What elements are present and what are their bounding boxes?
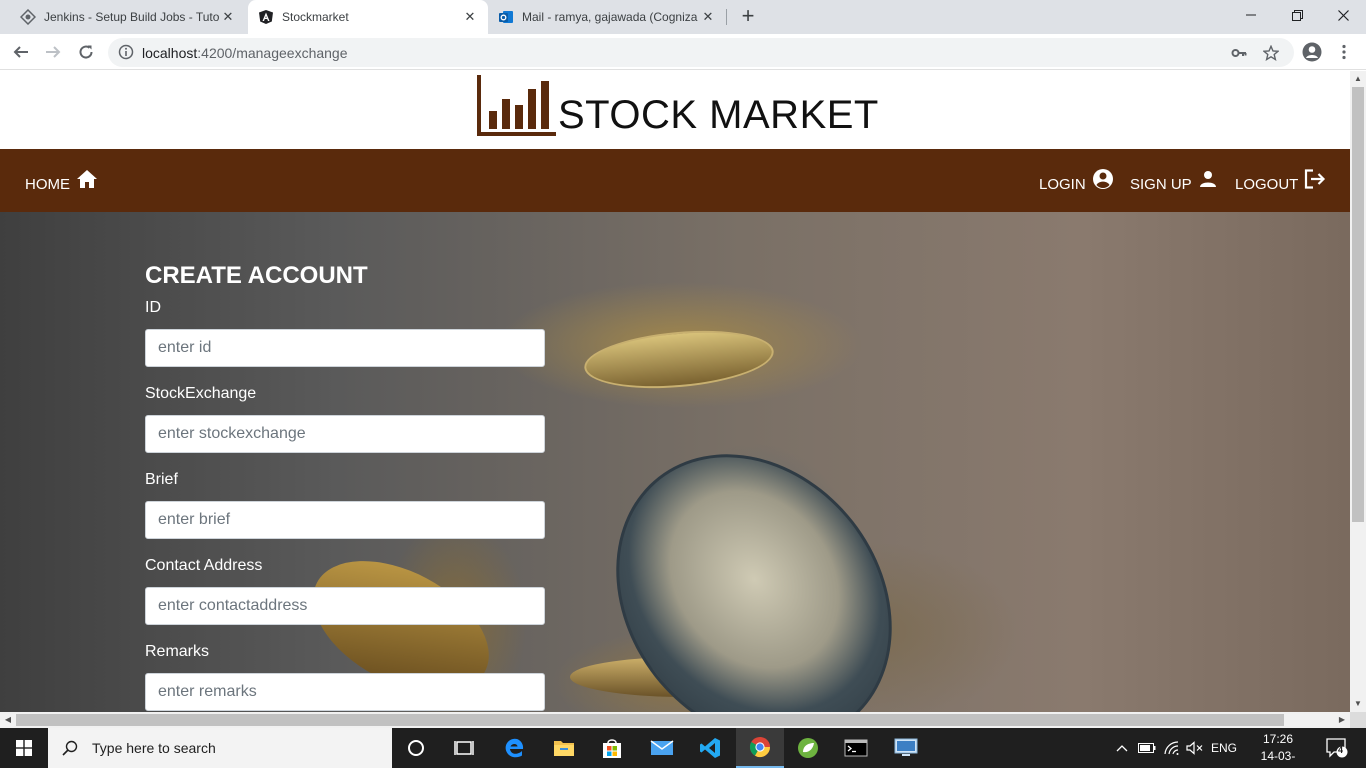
search-placeholder: Type here to search	[92, 740, 216, 756]
stockexchange-input[interactable]	[145, 415, 545, 453]
nav-login-link[interactable]: LOGIN	[1039, 149, 1114, 212]
nav-signup-label: SIGN UP	[1130, 176, 1192, 193]
vscode-icon[interactable]	[686, 728, 734, 768]
info-icon[interactable]	[118, 44, 134, 65]
search-icon	[62, 740, 78, 756]
brief-input[interactable]	[145, 501, 545, 539]
mail-icon[interactable]	[638, 728, 686, 768]
coin-image	[581, 323, 777, 396]
windows-taskbar: Type here to search ENG 17:26 14-03-2020…	[0, 728, 1366, 780]
scroll-up-arrow-icon[interactable]: ▲	[1350, 71, 1366, 87]
horizontal-scroll-thumb[interactable]	[16, 714, 1284, 726]
nav-home-link[interactable]: HOME	[25, 149, 98, 212]
clock-time: 17:26	[1262, 732, 1294, 746]
edge-browser-icon[interactable]	[490, 728, 538, 768]
cortana-icon[interactable]	[392, 728, 440, 768]
nav-home-label: HOME	[25, 176, 70, 193]
brand-title: STOCK MARKET	[558, 93, 879, 137]
bar-chart-logo-icon	[476, 75, 558, 142]
browser-menu-icon[interactable]	[1332, 40, 1356, 64]
url-text: localhost:4200/manageexchange	[142, 45, 348, 61]
scroll-left-arrow-icon[interactable]: ◀	[0, 712, 16, 728]
tab-title: Mail - ramya, gajawada (Cogniza	[522, 10, 698, 24]
hero-background-image: CREATE ACCOUNT ID StockExchange Brief Co…	[0, 212, 1350, 712]
forward-button[interactable]	[41, 40, 65, 64]
nav-logout-link[interactable]: LOGOUT	[1235, 149, 1326, 212]
scrollbar-corner	[1350, 712, 1366, 728]
tab-title: Jenkins - Setup Build Jobs - Tutor	[44, 10, 220, 24]
close-tab-icon[interactable]: ✕	[700, 9, 716, 25]
nav-signup-link[interactable]: SIGN UP	[1130, 149, 1218, 212]
spring-tool-icon[interactable]	[784, 728, 832, 768]
system-clock[interactable]: 17:26 14-03-2020	[1252, 731, 1304, 782]
notification-center-icon[interactable]: 4	[1318, 728, 1356, 768]
scroll-right-arrow-icon[interactable]: ▶	[1334, 712, 1350, 728]
tab-title: Stockmarket	[282, 10, 349, 24]
home-icon	[76, 169, 98, 193]
vertical-scroll-thumb[interactable]	[1352, 87, 1364, 522]
jenkins-icon	[20, 9, 36, 25]
browser-toolbar: localhost:4200/manageexchange	[0, 34, 1366, 70]
brand-header: STOCK MARKET	[0, 71, 1350, 149]
new-tab-button[interactable]: +	[736, 5, 760, 29]
battery-icon[interactable]	[1136, 728, 1158, 768]
close-tab-icon[interactable]: ✕	[220, 9, 236, 25]
file-explorer-icon[interactable]	[540, 728, 588, 768]
tab-mail[interactable]: Mail - ramya, gajawada (Cogniza ✕	[488, 0, 726, 34]
wifi-icon[interactable]	[1161, 728, 1183, 768]
id-input[interactable]	[145, 329, 545, 367]
reload-button[interactable]	[74, 40, 98, 64]
brief-label: Brief	[145, 471, 178, 488]
page-viewport: STOCK MARKET HOME LOGIN SIGN UP LOGOUT C…	[0, 71, 1350, 712]
main-navbar: HOME LOGIN SIGN UP LOGOUT	[0, 149, 1350, 212]
chrome-icon[interactable]	[736, 728, 784, 768]
nav-logout-label: LOGOUT	[1235, 176, 1299, 193]
task-view-icon[interactable]	[440, 728, 488, 768]
bookmark-star-icon[interactable]	[1262, 44, 1280, 62]
windows-logo-icon	[16, 740, 32, 756]
stockexchange-label: StockExchange	[145, 385, 257, 402]
horizontal-scrollbar[interactable]: ◀ ▶	[0, 712, 1350, 728]
nav-login-label: LOGIN	[1039, 176, 1086, 193]
browser-tab-strip: Jenkins - Setup Build Jobs - Tutor ✕ Sto…	[0, 0, 1366, 34]
restore-button[interactable]	[1274, 0, 1320, 30]
address-bar[interactable]: localhost:4200/manageexchange	[108, 38, 1294, 67]
back-button[interactable]	[9, 40, 33, 64]
volume-muted-icon[interactable]	[1184, 728, 1206, 768]
id-label: ID	[145, 299, 161, 316]
microsoft-store-icon[interactable]	[588, 728, 636, 768]
tray-overflow-chevron-icon[interactable]	[1112, 728, 1132, 768]
form-title: CREATE ACCOUNT	[145, 262, 368, 289]
command-prompt-icon[interactable]	[832, 728, 880, 768]
remarks-label: Remarks	[145, 643, 210, 660]
outlook-icon	[498, 9, 514, 25]
minimize-button[interactable]	[1228, 0, 1274, 30]
remarks-input[interactable]	[145, 673, 545, 711]
tab-stockmarket[interactable]: Stockmarket ✕	[248, 0, 488, 34]
tab-jenkins[interactable]: Jenkins - Setup Build Jobs - Tutor ✕	[0, 0, 246, 34]
contact-address-label: Contact Address	[145, 557, 263, 574]
tab-separator	[726, 9, 727, 25]
scroll-down-arrow-icon[interactable]: ▼	[1350, 696, 1366, 712]
angular-icon	[258, 9, 274, 25]
contact-address-input[interactable]	[145, 587, 545, 625]
key-icon[interactable]	[1230, 44, 1248, 62]
vertical-scrollbar[interactable]: ▲ ▼	[1350, 71, 1366, 712]
language-indicator[interactable]: ENG	[1208, 728, 1240, 768]
person-icon	[1198, 169, 1218, 193]
logout-icon	[1304, 168, 1326, 193]
taskbar-search-box[interactable]: Type here to search	[48, 728, 392, 768]
clock-date: 14-03-2020	[1260, 749, 1296, 780]
remote-desktop-icon[interactable]	[882, 728, 930, 768]
close-window-button[interactable]	[1320, 0, 1366, 30]
close-tab-icon[interactable]: ✕	[462, 9, 478, 25]
account-circle-icon	[1092, 168, 1114, 194]
notification-count: 4	[1338, 745, 1344, 755]
windows-start-button[interactable]	[0, 728, 48, 768]
profile-avatar-icon[interactable]	[1300, 40, 1324, 64]
